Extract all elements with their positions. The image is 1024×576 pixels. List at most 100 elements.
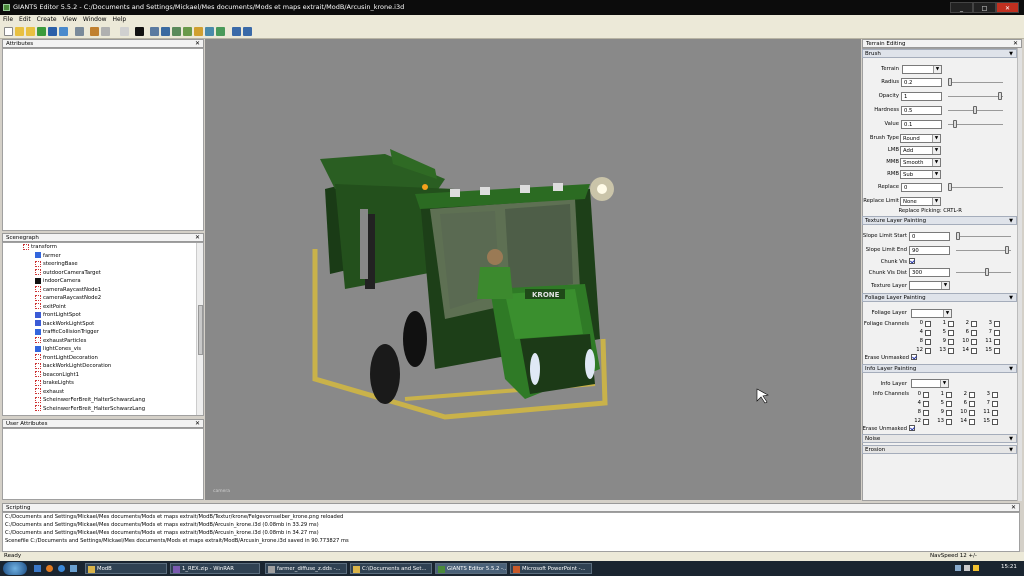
mmb-dropdown[interactable]: Smooth ▼ <box>900 158 941 167</box>
info-layer-dropdown[interactable]: ▼ <box>911 379 949 388</box>
menu-edit[interactable]: Edit <box>16 15 34 25</box>
taskbar-button[interactable]: Microsoft PowerPoint -... <box>510 563 592 574</box>
info-channel-checkbox[interactable] <box>969 401 975 407</box>
ie-icon[interactable] <box>58 565 65 572</box>
save-icon[interactable] <box>48 27 57 36</box>
radius-slider-thumb[interactable] <box>948 78 952 86</box>
info-channel-checkbox[interactable] <box>992 410 998 416</box>
terrain-dropdown[interactable]: ▼ <box>902 65 942 74</box>
info-channel-checkbox[interactable] <box>992 401 998 407</box>
settings-icon[interactable] <box>232 27 241 36</box>
scenegraph-node[interactable]: cameraRaycastNode2 <box>3 294 203 303</box>
scenegraph-node[interactable]: backWorkLightDecoration <box>3 362 203 371</box>
foliage-channel-checkbox[interactable] <box>971 321 977 327</box>
scenegraph-node[interactable]: exhaust <box>3 388 203 397</box>
scenegraph-node[interactable]: backWorkLightSpot <box>3 320 203 329</box>
info-channel-checkbox[interactable] <box>969 419 975 425</box>
noise-section[interactable]: Noise ▼ <box>862 434 1017 443</box>
tray-app-icon[interactable] <box>973 565 979 571</box>
show-desktop-icon[interactable] <box>34 565 41 572</box>
foliage-channel-checkbox[interactable] <box>948 330 954 336</box>
object-icon[interactable] <box>216 27 225 36</box>
info-channel-checkbox[interactable] <box>992 392 998 398</box>
close-button[interactable]: ✕ <box>996 2 1019 13</box>
chunk-vis-checkbox[interactable] <box>909 258 915 264</box>
help-icon[interactable] <box>243 27 252 36</box>
chunk-vis-dist-slider[interactable] <box>956 272 1011 273</box>
slope-start-slider[interactable] <box>956 236 1011 237</box>
info-channel-checkbox[interactable] <box>923 392 929 398</box>
terrain-icon[interactable] <box>172 27 181 36</box>
cut-icon[interactable] <box>120 27 129 36</box>
info-channel-checkbox[interactable] <box>946 419 952 425</box>
close-icon[interactable]: ✕ <box>195 420 200 428</box>
foliage-channel-checkbox[interactable] <box>971 348 977 354</box>
menu-window[interactable]: Window <box>80 15 110 25</box>
open-folder-icon[interactable] <box>15 27 24 36</box>
minimize-button[interactable]: _ <box>950 2 973 13</box>
menu-create[interactable]: Create <box>34 15 60 25</box>
close-icon[interactable]: ✕ <box>195 234 200 242</box>
scrollbar-thumb[interactable] <box>198 305 203 355</box>
slope-end-slider-thumb[interactable] <box>1005 246 1009 254</box>
slope-start-input[interactable]: 0 <box>909 232 950 241</box>
slope-end-slider[interactable] <box>956 250 1011 251</box>
network-icon[interactable] <box>955 565 961 571</box>
play-icon[interactable] <box>135 27 144 36</box>
foliage-channel-checkbox[interactable] <box>948 348 954 354</box>
value-input[interactable]: 0.1 <box>901 120 942 129</box>
scenegraph-node[interactable]: frontLightDecoration <box>3 354 203 363</box>
terrain-scrollbar[interactable] <box>1017 48 1022 501</box>
texture-layer-section[interactable]: Texture Layer Painting ▼ <box>862 216 1017 225</box>
scenegraph-node[interactable]: beaconLight1 <box>3 371 203 380</box>
lmb-dropdown[interactable]: Add ▼ <box>900 146 941 155</box>
foliage-channel-checkbox[interactable] <box>925 348 931 354</box>
brush-type-dropdown[interactable]: Round ▼ <box>900 134 941 143</box>
3d-viewport[interactable]: KRONE camera <box>205 39 861 500</box>
info-channel-checkbox[interactable] <box>946 401 952 407</box>
foliage-erase-unmasked-checkbox[interactable] <box>911 354 917 360</box>
scenegraph-node[interactable]: frontLightSpot <box>3 311 203 320</box>
scenegraph-node[interactable]: exhaustParticles <box>3 337 203 346</box>
close-icon[interactable]: ✕ <box>1013 40 1018 48</box>
foliage-channel-checkbox[interactable] <box>971 330 977 336</box>
undo-icon[interactable] <box>90 27 99 36</box>
replace-slider-thumb[interactable] <box>948 183 952 191</box>
foliage-channel-checkbox[interactable] <box>925 339 931 345</box>
foliage-channel-checkbox[interactable] <box>948 339 954 345</box>
save-as-icon[interactable] <box>59 27 68 36</box>
taskbar-button[interactable]: C:\Documents and Set... <box>350 563 432 574</box>
scenegraph-node[interactable]: brakeLights <box>3 379 203 388</box>
foliage-channel-checkbox[interactable] <box>925 321 931 327</box>
scenegraph-node[interactable]: lightCones_vis <box>3 345 203 354</box>
value-slider-thumb[interactable] <box>953 120 957 128</box>
info-channel-checkbox[interactable] <box>946 410 952 416</box>
hardness-slider-thumb[interactable] <box>973 106 977 114</box>
menu-file[interactable]: File <box>0 15 16 25</box>
scenegraph-node[interactable]: farmer <box>3 252 203 261</box>
redo-icon[interactable] <box>101 27 110 36</box>
replace-limit-dropdown[interactable]: None ▼ <box>900 197 941 206</box>
move-icon[interactable] <box>161 27 170 36</box>
paint-icon[interactable] <box>194 27 203 36</box>
opacity-input[interactable]: 1 <box>901 92 942 101</box>
taskbar-button[interactable]: GIANTS Editor 5.5.2 -... <box>435 563 507 574</box>
scenegraph-node[interactable]: cameraRaycastNode1 <box>3 286 203 295</box>
reload-icon[interactable] <box>37 27 46 36</box>
scenegraph-node[interactable]: ScheinwerFerBreit_HalterSchwarzLang <box>3 405 203 414</box>
foliage-layer-dropdown[interactable]: ▼ <box>911 309 952 318</box>
info-channel-checkbox[interactable] <box>923 419 929 425</box>
taskbar-button[interactable]: farmer_diffuse_z.dds -... <box>265 563 347 574</box>
foliage-channel-checkbox[interactable] <box>994 321 1000 327</box>
foliage-channel-checkbox[interactable] <box>994 348 1000 354</box>
close-icon[interactable]: ✕ <box>1011 504 1016 512</box>
scenegraph-node[interactable]: exitPoint <box>3 303 203 312</box>
scenegraph-node[interactable]: indoorCamera <box>3 277 203 286</box>
chunk-vis-dist-input[interactable]: 300 <box>909 268 950 277</box>
info-channel-checkbox[interactable] <box>969 410 975 416</box>
firefox-icon[interactable] <box>46 565 53 572</box>
menu-view[interactable]: View <box>60 15 80 25</box>
info-channel-checkbox[interactable] <box>969 392 975 398</box>
export-icon[interactable] <box>75 27 84 36</box>
opacity-slider[interactable] <box>948 96 1003 97</box>
